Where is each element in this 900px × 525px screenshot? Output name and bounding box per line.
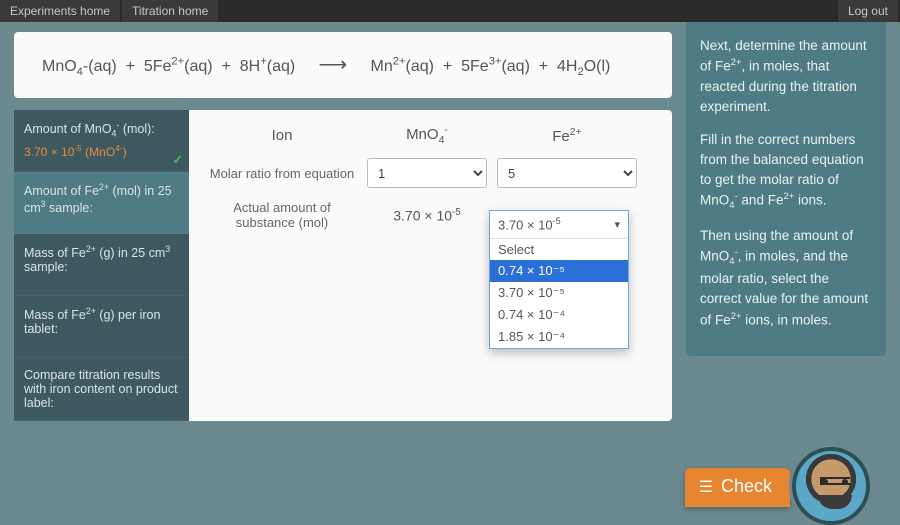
select-amount-fe-display[interactable]: 3.70 × 10-5 ▾ — [490, 211, 628, 238]
select-ratio-mno4[interactable]: 1 — [367, 158, 487, 188]
nav-experiments-home[interactable]: Experiments home — [0, 0, 120, 22]
col-header-mno4: MnO4- — [367, 124, 487, 146]
hint-panel: Next, determine the amount of Fe2+, in m… — [686, 22, 886, 356]
select-amount-fe-option[interactable]: 3.70 × 10⁻⁵ — [490, 282, 628, 304]
equation-text: MnO4-(aq) + 5Fe2+(aq) + 8H+(aq) ⟶ Mn2+(a… — [42, 52, 610, 78]
step-item[interactable]: Compare titration results with iron cont… — [14, 358, 189, 421]
avatar[interactable] — [792, 447, 870, 525]
select-amount-fe-option[interactable]: 0.74 × 10⁻⁴ — [490, 304, 628, 326]
hint-paragraph: Fill in the correct numbers from the bal… — [700, 130, 872, 214]
top-nav: Experiments home Titration home Log out — [0, 0, 900, 22]
nav-spacer — [220, 0, 838, 22]
list-icon: ☰ — [699, 477, 713, 497]
select-amount-fe-option[interactable]: 0.74 × 10⁻⁵ — [490, 260, 628, 282]
select-amount-fe-option[interactable]: Select — [490, 239, 628, 260]
row-label-amount: Actual amount of substance (mol) — [207, 200, 357, 230]
hint-paragraph: Then using the amount of MnO4-, in moles… — [700, 226, 872, 331]
check-button[interactable]: ☰ Check — [685, 468, 790, 507]
select-amount-fe-option[interactable]: 1.85 × 10⁻⁴ — [490, 326, 628, 348]
select-amount-fe-open[interactable]: 3.70 × 10-5 ▾ Select0.74 × 10⁻⁵3.70 × 10… — [489, 210, 629, 348]
nav-logout[interactable]: Log out — [838, 0, 898, 22]
hint-paragraph: Next, determine the amount of Fe2+, in m… — [700, 36, 872, 118]
col-header-fe: Fe2+ — [497, 126, 637, 145]
step-item[interactable]: Mass of Fe2+ (g) per iron tablet: — [14, 296, 189, 358]
chevron-down-icon: ▾ — [614, 218, 620, 231]
col-header-ion: Ion — [207, 127, 357, 144]
select-ratio-fe[interactable]: 5 — [497, 158, 637, 188]
step-item[interactable]: Mass of Fe2+ (g) in 25 cm3 sample: — [14, 234, 189, 296]
row-label-ratio: Molar ratio from equation — [207, 166, 357, 181]
balanced-equation: MnO4-(aq) + 5Fe2+(aq) + 8H+(aq) ⟶ Mn2+(a… — [14, 32, 672, 98]
amount-mno4-value: 3.70 × 10-5 — [367, 207, 487, 224]
step-list: Amount of MnO4- (mol):3.70 × 10-5 (MnO4-… — [14, 110, 189, 421]
step-item[interactable]: Amount of MnO4- (mol):3.70 × 10-5 (MnO4-… — [14, 110, 189, 172]
check-button-label: Check — [721, 476, 772, 497]
workspace-panel: Ion MnO4- Fe2+ Molar ratio from equation… — [189, 110, 672, 421]
step-item[interactable]: Amount of Fe2+ (mol) in 25 cm3 sample: — [14, 172, 189, 234]
nav-titration-home[interactable]: Titration home — [122, 0, 218, 22]
